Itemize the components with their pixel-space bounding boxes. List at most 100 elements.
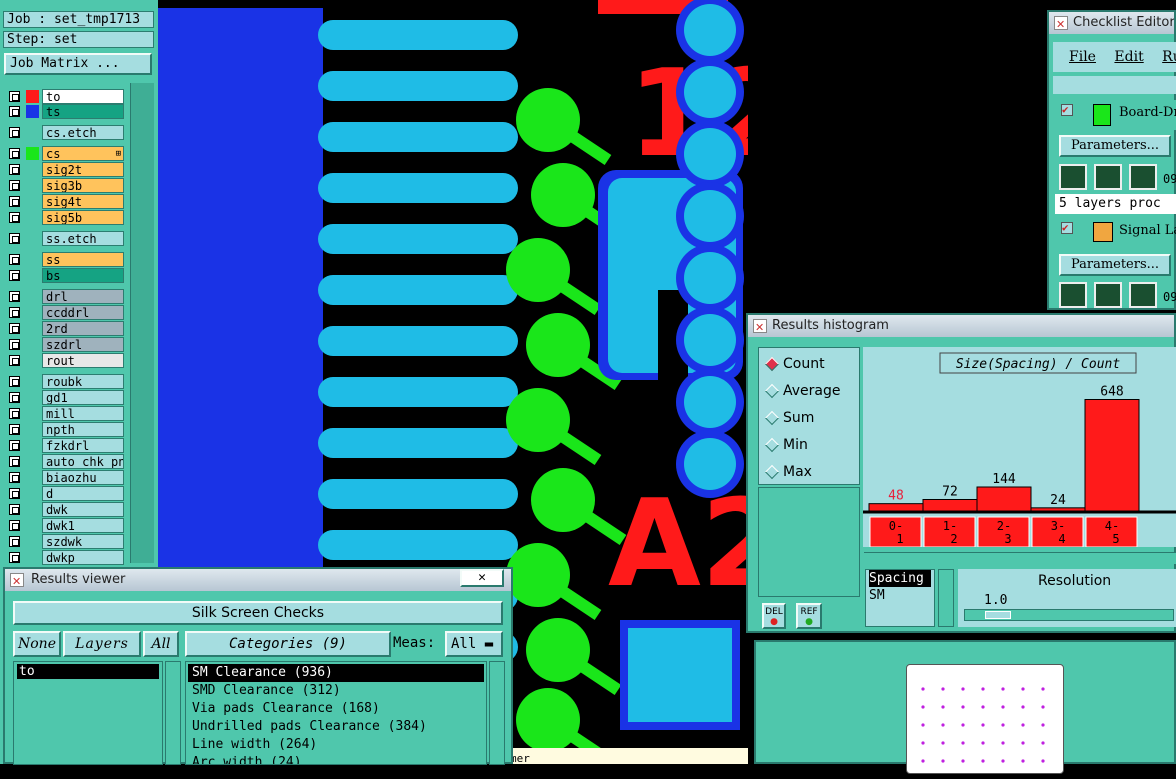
layer-row-dwk1[interactable]: dwk1: [4, 518, 128, 533]
layer-color-swatch[interactable]: [26, 147, 39, 160]
list-item-sm[interactable]: SM: [869, 587, 934, 604]
layer-name[interactable]: sig5b: [42, 210, 124, 225]
layer-name[interactable]: cs ⊞: [42, 146, 124, 161]
layer-row-2rd[interactable]: 2rd: [4, 321, 128, 336]
layer-checkbox[interactable]: [9, 408, 20, 419]
layer-name[interactable]: ss: [42, 252, 124, 267]
menu-run[interactable]: Run: [1162, 49, 1176, 65]
layer-row-d[interactable]: d: [4, 486, 128, 501]
item-checkbox-icon[interactable]: ✔: [1061, 222, 1073, 234]
layer-checkbox[interactable]: [9, 127, 20, 138]
layer-checkbox[interactable]: [9, 254, 20, 265]
layer-result-list[interactable]: to: [13, 661, 163, 765]
layer-row-sig3b[interactable]: sig3b: [4, 178, 128, 193]
layer-row-to[interactable]: to: [4, 89, 128, 104]
layer-checkbox[interactable]: [9, 196, 20, 207]
layer-name[interactable]: to: [42, 89, 124, 104]
mode-radio-max[interactable]: [764, 464, 780, 480]
layer-name[interactable]: fzkdrl: [42, 438, 124, 453]
meas-select[interactable]: All ▬: [445, 631, 503, 657]
list-item-spacing[interactable]: Spacing: [869, 570, 931, 587]
layer-row-rout[interactable]: rout: [4, 353, 128, 368]
layer-name[interactable]: cs.etch: [42, 125, 124, 140]
layer-checkbox[interactable]: [9, 440, 20, 451]
mode-radio-min[interactable]: [764, 437, 780, 453]
layer-checkbox[interactable]: [9, 233, 20, 244]
check-item-board-drill[interactable]: ✔ Board-Dr: [1053, 100, 1176, 130]
layer-checkbox[interactable]: [9, 520, 20, 531]
layer-name[interactable]: ccddrl: [42, 305, 124, 320]
layer-name[interactable]: bs: [42, 268, 124, 283]
layer-row-ts[interactable]: ts: [4, 104, 128, 119]
layer-name[interactable]: d: [42, 486, 124, 501]
layer-row-szdrl[interactable]: szdrl: [4, 337, 128, 352]
none-button[interactable]: None: [13, 631, 61, 657]
layer-checkbox[interactable]: [9, 291, 20, 302]
ref-button[interactable]: REF ●: [796, 603, 822, 629]
layer-name[interactable]: szdwk: [42, 534, 124, 549]
layer-row-mill[interactable]: mill: [4, 406, 128, 421]
category-item[interactable]: Arc width (24): [188, 754, 484, 764]
layer-row-ss-etch[interactable]: ss.etch: [4, 231, 128, 246]
layer-name[interactable]: biaozhu: [42, 470, 124, 485]
mode-label-sum[interactable]: Sum: [783, 410, 814, 426]
check-item-signal-layers[interactable]: ✔ Signal La: [1053, 218, 1176, 248]
category-list[interactable]: SM Clearance (936) SMD Clearance (312) Via…: [185, 661, 487, 765]
layer-checkbox[interactable]: [9, 376, 20, 387]
layer-row-bs[interactable]: bs: [4, 268, 128, 283]
run-all-icon[interactable]: [1094, 164, 1122, 190]
layer-result-item[interactable]: to: [17, 664, 159, 679]
layers-button[interactable]: Layers: [63, 631, 141, 657]
layer-checkbox[interactable]: [9, 91, 20, 102]
layer-row-sig4t[interactable]: sig4t: [4, 194, 128, 209]
layer-name[interactable]: 2rd: [42, 321, 124, 336]
layer-row-dwk[interactable]: dwk: [4, 502, 128, 517]
close-icon[interactable]: ✕: [460, 569, 504, 587]
mode-label-count[interactable]: Count: [783, 356, 825, 372]
layer-row-sig5b[interactable]: sig5b: [4, 210, 128, 225]
result-list[interactable]: Spacing SM: [865, 569, 935, 627]
mode-radio-count[interactable]: [764, 356, 780, 372]
layer-name[interactable]: dwkp: [42, 550, 124, 565]
layer-color-swatch[interactable]: [26, 90, 39, 103]
layer-name[interactable]: dwk1: [42, 518, 124, 533]
layer-checkbox[interactable]: [9, 392, 20, 403]
layer-checkbox[interactable]: [9, 552, 20, 563]
layer-row-sig2t[interactable]: sig2t: [4, 162, 128, 177]
viewer-titlebar[interactable]: Results viewer: [5, 569, 511, 591]
expand-icon[interactable]: ⊞: [116, 147, 121, 160]
layer-checkbox[interactable]: [9, 148, 20, 159]
layer-row-npth[interactable]: npth: [4, 422, 128, 437]
menu-file[interactable]: File: [1069, 49, 1096, 65]
layer-checkbox[interactable]: [9, 472, 20, 483]
mode-radio-sum[interactable]: [764, 410, 780, 426]
layer-name[interactable]: rout: [42, 353, 124, 368]
layer-name[interactable]: mill: [42, 406, 124, 421]
layer-row-biaozhu[interactable]: biaozhu: [4, 470, 128, 485]
histogram-titlebar[interactable]: Results histogram: [748, 315, 1174, 337]
layer-color-swatch[interactable]: [26, 105, 39, 118]
layer-name[interactable]: drl: [42, 289, 124, 304]
category-list-scrollbar[interactable]: [489, 661, 505, 765]
layer-name[interactable]: auto_chk_pn1: [42, 454, 124, 469]
run-icon[interactable]: [1059, 164, 1087, 190]
layer-name[interactable]: ts: [42, 104, 124, 119]
layer-row-auto-chk-pn1[interactable]: auto_chk_pn1: [4, 454, 128, 469]
layer-checkbox[interactable]: [9, 307, 20, 318]
parameters-button[interactable]: Parameters...: [1059, 254, 1171, 276]
stop-icon[interactable]: [1129, 282, 1157, 308]
layer-row-cs-etch[interactable]: cs.etch: [4, 125, 128, 140]
del-button[interactable]: DEL ●: [762, 603, 786, 629]
layer-checkbox[interactable]: [9, 456, 20, 467]
parameters-button[interactable]: Parameters...: [1059, 135, 1171, 157]
layer-row-cs[interactable]: cs ⊞: [4, 146, 128, 161]
run-icon[interactable]: [1059, 282, 1087, 308]
layer-row-szdwk[interactable]: szdwk: [4, 534, 128, 549]
mode-label-min[interactable]: Min: [783, 437, 808, 453]
category-item[interactable]: SM Clearance (936): [188, 664, 484, 682]
categories-button[interactable]: Categories (9): [185, 631, 391, 657]
stop-icon[interactable]: [1129, 164, 1157, 190]
layer-row-fzkdrl[interactable]: fzkdrl: [4, 438, 128, 453]
all-button[interactable]: All: [143, 631, 179, 657]
layer-row-roubk[interactable]: roubk: [4, 374, 128, 389]
